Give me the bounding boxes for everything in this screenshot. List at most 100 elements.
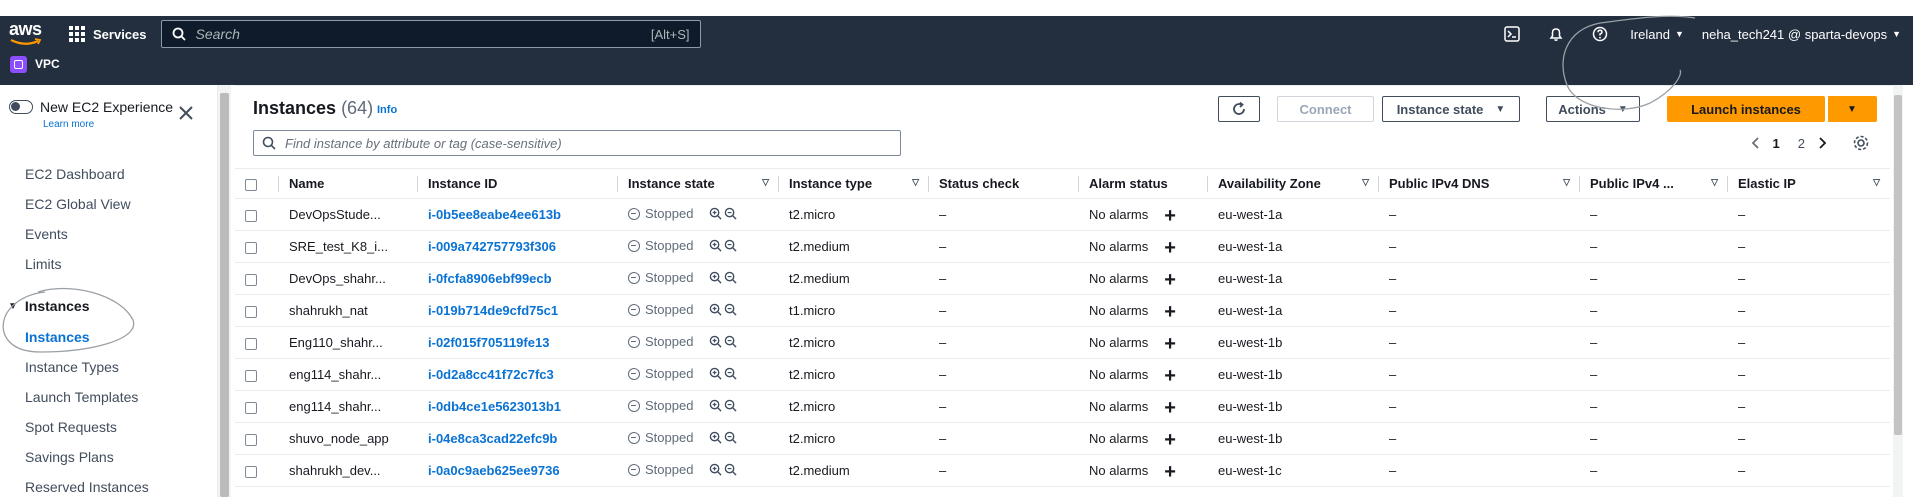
- add-alarm-icon[interactable]: +: [1164, 397, 1176, 419]
- filter-icon[interactable]: ▽: [1563, 177, 1570, 188]
- sidebar-item-spot-requests[interactable]: Spot Requests: [25, 419, 117, 435]
- add-alarm-icon[interactable]: +: [1164, 205, 1176, 227]
- cell-instance-id[interactable]: i-04e8ca3cad22efc9b: [418, 422, 618, 455]
- notifications-bell-icon[interactable]: [1546, 24, 1566, 44]
- zoom-in-icon[interactable]: [709, 207, 723, 220]
- sidebar-item-savings-plans[interactable]: Savings Plans: [25, 449, 114, 465]
- page-2[interactable]: 2: [1798, 136, 1805, 151]
- instance-id-link[interactable]: i-02f015f705119fe13: [428, 335, 549, 350]
- close-icon[interactable]: [178, 105, 194, 121]
- row-checkbox[interactable]: [245, 401, 257, 414]
- filter-icon[interactable]: ▽: [1362, 177, 1369, 188]
- chevron-right-icon[interactable]: [1814, 135, 1830, 151]
- cell-instance-id[interactable]: i-009a742757793f306: [418, 230, 618, 263]
- filter-icon[interactable]: ▽: [912, 177, 919, 188]
- zoom-in-icon[interactable]: [709, 367, 723, 380]
- cell-instance-id[interactable]: i-02f015f705119fe13: [418, 326, 618, 359]
- instance-id-link[interactable]: i-0b5ee8eabe4ee613b: [428, 207, 561, 222]
- cell-instance-id[interactable]: i-0a0c9aeb625ee9736: [418, 454, 618, 487]
- column-header-instance-type[interactable]: Instance type ▽: [779, 168, 929, 199]
- instance-id-link[interactable]: i-0d2a8cc41f72c7fc3: [428, 367, 554, 382]
- row-checkbox-cell[interactable]: [235, 454, 279, 487]
- page-scrollbar[interactable]: [1893, 85, 1903, 497]
- sidebar-item-ec2-global-view[interactable]: EC2 Global View: [25, 196, 131, 212]
- sidebar-item-limits[interactable]: Limits: [25, 256, 62, 272]
- filter-icon[interactable]: ▽: [1711, 177, 1718, 188]
- sidebar-item-ec2-dashboard[interactable]: EC2 Dashboard: [25, 166, 125, 182]
- row-checkbox-cell[interactable]: [235, 230, 279, 263]
- toggle-switch[interactable]: [9, 100, 33, 114]
- zoom-in-icon[interactable]: [709, 303, 723, 316]
- gear-icon[interactable]: [1852, 134, 1870, 152]
- add-alarm-icon[interactable]: +: [1164, 333, 1176, 355]
- row-checkbox[interactable]: [245, 273, 257, 286]
- sidebar-item-instance-types[interactable]: Instance Types: [25, 359, 119, 375]
- launch-instances-dropdown[interactable]: ▼: [1827, 96, 1877, 122]
- zoom-out-icon[interactable]: [724, 463, 738, 476]
- row-checkbox[interactable]: [245, 369, 257, 382]
- sidebar-item-reserved-instances[interactable]: Reserved Instances: [25, 479, 149, 495]
- sidebar-item-events[interactable]: Events: [25, 226, 68, 242]
- zoom-out-icon[interactable]: [724, 367, 738, 380]
- zoom-in-icon[interactable]: [709, 463, 723, 476]
- filter-icon[interactable]: ▽: [1873, 177, 1880, 188]
- row-checkbox-cell[interactable]: [235, 390, 279, 423]
- row-checkbox[interactable]: [245, 305, 257, 318]
- instance-id-link[interactable]: i-019b714de9cfd75c1: [428, 303, 558, 318]
- row-checkbox[interactable]: [245, 465, 257, 478]
- refresh-button[interactable]: [1218, 96, 1260, 122]
- add-alarm-icon[interactable]: +: [1164, 365, 1176, 387]
- zoom-out-icon[interactable]: [724, 303, 738, 316]
- add-alarm-icon[interactable]: +: [1164, 301, 1176, 323]
- zoom-out-icon[interactable]: [724, 271, 738, 284]
- table-row[interactable]: Eng110_shahr... i-02f015f705119fe13 Stoppe…: [235, 326, 1890, 359]
- page-1[interactable]: 1: [1773, 136, 1780, 151]
- table-row[interactable]: shuvo_node_app i-04e8ca3cad22efc9b Stopped…: [235, 422, 1890, 455]
- instance-id-link[interactable]: i-0db4ce1e5623013b1: [428, 399, 561, 414]
- table-row[interactable]: DevOps_shahr... i-0fcfa8906ebf99ecb Stoppe…: [235, 262, 1890, 295]
- cloudshell-icon[interactable]: [1502, 24, 1522, 44]
- info-link[interactable]: Info: [377, 104, 397, 116]
- connect-button[interactable]: Connect: [1277, 96, 1374, 122]
- row-checkbox-cell[interactable]: [235, 422, 279, 455]
- row-checkbox-cell[interactable]: [235, 262, 279, 295]
- column-header-name[interactable]: Name: [279, 168, 418, 199]
- add-alarm-icon[interactable]: +: [1164, 461, 1176, 483]
- add-alarm-icon[interactable]: +: [1164, 429, 1176, 451]
- region-selector[interactable]: Ireland ▼: [1630, 27, 1684, 42]
- vpc-shortcut-link[interactable]: VPC: [35, 57, 60, 71]
- column-header-instance-state[interactable]: Instance state ▽: [618, 168, 779, 199]
- column-header-availability-zone[interactable]: Availability Zone ▽: [1208, 168, 1379, 199]
- instance-filter-input[interactable]: Find instance by attribute or tag (case-…: [253, 130, 901, 156]
- zoom-in-icon[interactable]: [709, 239, 723, 252]
- row-checkbox-cell[interactable]: [235, 358, 279, 391]
- row-checkbox[interactable]: [245, 241, 257, 254]
- column-header-elastic-ip[interactable]: Elastic IP ▽: [1728, 168, 1890, 199]
- select-all-checkbox[interactable]: [245, 178, 257, 191]
- zoom-out-icon[interactable]: [724, 431, 738, 444]
- row-checkbox-cell[interactable]: [235, 326, 279, 359]
- new-ec2-experience-toggle[interactable]: New EC2 Experience: [9, 99, 173, 115]
- sidebar-scrollbar[interactable]: [218, 85, 231, 497]
- help-icon[interactable]: [1590, 24, 1610, 44]
- row-checkbox[interactable]: [245, 209, 257, 222]
- actions-dropdown[interactable]: Actions ▼: [1546, 96, 1640, 122]
- account-menu[interactable]: neha_tech241 @ sparta-devops ▼: [1702, 27, 1901, 42]
- table-row[interactable]: SRE_test_K8_i... i-009a742757793f306 Stopp…: [235, 230, 1890, 263]
- row-checkbox[interactable]: [245, 337, 257, 350]
- zoom-in-icon[interactable]: [709, 271, 723, 284]
- sidebar-group-instances[interactable]: ▼ Instances: [8, 298, 90, 314]
- zoom-in-icon[interactable]: [709, 335, 723, 348]
- add-alarm-icon[interactable]: +: [1164, 237, 1176, 259]
- zoom-out-icon[interactable]: [724, 207, 738, 220]
- table-row[interactable]: DevOpsStude... i-0b5ee8eabe4ee613b Stopped…: [235, 198, 1890, 231]
- launch-instances-button[interactable]: Launch instances: [1667, 96, 1825, 122]
- cell-instance-id[interactable]: i-0d2a8cc41f72c7fc3: [418, 358, 618, 391]
- instance-id-link[interactable]: i-0a0c9aeb625ee9736: [428, 463, 560, 478]
- cell-instance-id[interactable]: i-0db4ce1e5623013b1: [418, 390, 618, 423]
- sidebar-item-launch-templates[interactable]: Launch Templates: [25, 389, 138, 405]
- table-row[interactable]: shahrukh_dev... i-0a0c9aeb625ee9736 Stoppe…: [235, 454, 1890, 487]
- learn-more-link[interactable]: Learn more: [43, 119, 94, 130]
- instance-state-dropdown[interactable]: Instance state ▼: [1382, 96, 1520, 122]
- zoom-out-icon[interactable]: [724, 399, 738, 412]
